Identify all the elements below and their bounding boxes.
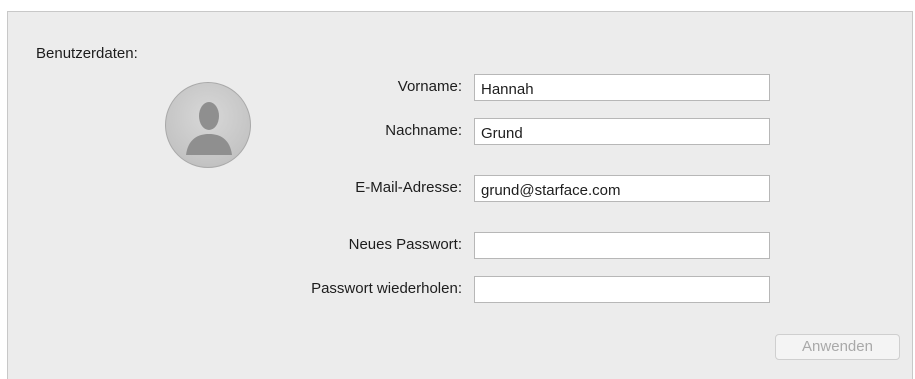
firstname-label: Vorname: xyxy=(397,78,462,95)
avatar[interactable] xyxy=(165,82,251,168)
firstname-field[interactable] xyxy=(474,74,770,101)
email-label: E-Mail-Adresse: xyxy=(355,179,462,196)
section-title: Benutzerdaten: xyxy=(36,45,138,62)
repeat-password-label: Passwort wiederholen: xyxy=(311,280,462,297)
new-password-label: Neues Passwort: xyxy=(348,236,462,253)
user-silhouette-icon xyxy=(186,102,232,155)
lastname-field[interactable] xyxy=(474,118,770,145)
email-field[interactable] xyxy=(474,175,770,202)
lastname-label: Nachname: xyxy=(385,122,462,139)
user-data-panel: Benutzerdaten: Vorname: Nachname: E-Mail… xyxy=(7,11,913,379)
new-password-field[interactable] xyxy=(474,232,770,259)
apply-button[interactable]: Anwenden xyxy=(775,334,900,360)
repeat-password-field[interactable] xyxy=(474,276,770,303)
